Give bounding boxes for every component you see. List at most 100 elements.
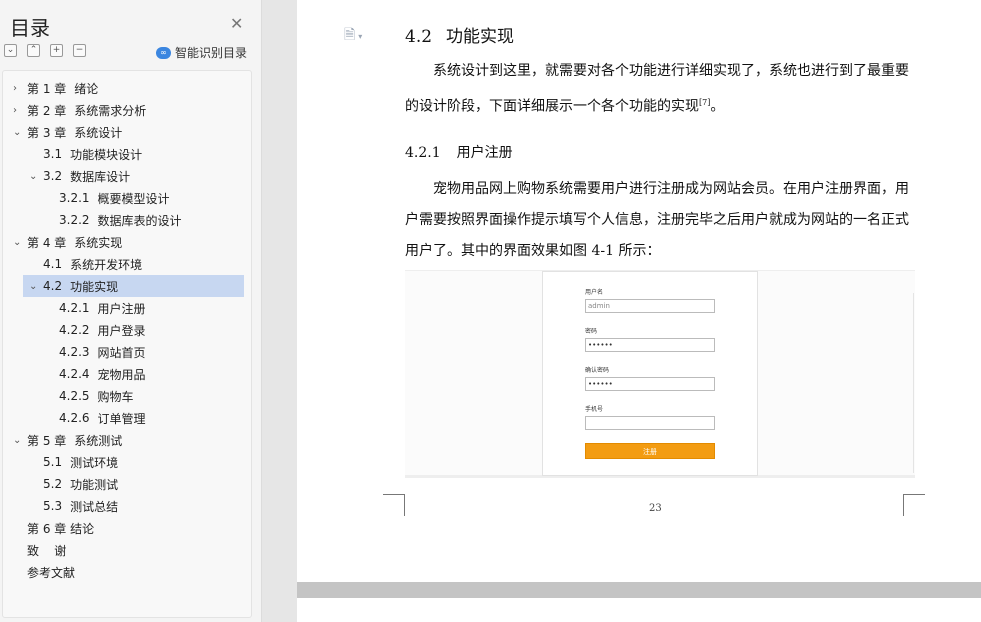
document-page[interactable]: 🗎 4.2 功能实现 系统设计到这里，就需要对各个功能进行详细实现了，系统也进行到… [297,0,981,582]
toc-item-5-2[interactable]: 5.2 功能测试 [43,473,118,495]
toc-item-label: 系统开发环境 [70,257,143,272]
toc-item-4-2-1[interactable]: 4.2.1 用户注册 [59,297,146,319]
confirm-password-input: •••••• [585,377,715,391]
section-title: 功能实现 [446,27,515,47]
remove-icon[interactable]: − [73,44,86,57]
toc-item-3-2-2[interactable]: 3.2.2 数据库表的设计 [59,209,182,231]
collapse-all-icon[interactable]: ⌄ [4,44,17,57]
toc-item-num: 5.3 [43,499,63,513]
toc-item-4-2-5[interactable]: 4.2.5 购物车 [59,385,134,407]
register-form-screenshot: 用户名 admin 密码 •••••• 确认密码 •••••• 手机号 注册 [542,271,758,476]
toc-item-label: 概要模型设计 [97,191,170,206]
password-input: •••••• [585,338,715,352]
page-break-gap [297,582,981,598]
toc-item-ch6[interactable]: 第 6 章 结论 [27,517,94,539]
toc-item-label: 致 谢 [27,543,67,558]
paragraph-register: 宠物用品网上购物系统需要用户进行注册成为网站会员。在用户注册界面，用户需要按照界… [405,174,913,267]
toc-item-label: 功能模块设计 [70,147,143,162]
figure-register-form: 用户名 admin 密码 •••••• 确认密码 •••••• 手机号 注册 [405,270,915,478]
toc-item-num: 4.2.5 [59,389,90,403]
toc-item-4-1[interactable]: 4.1 系统开发环境 [43,253,142,275]
toc-item-num: 4.2.3 [59,345,90,359]
toc-item-num: 3.2.2 [59,213,90,227]
toc-item-label: 数据库表的设计 [97,213,182,228]
toc-list: › 第 1 章绪论 › 第 2 章系统需求分析 ⌄ 第 3 章系统设计 3.1 功能模块… [2,70,252,618]
toc-item-4-2-2[interactable]: 4.2.2 用户登录 [59,319,146,341]
password-label: 密码 [585,328,598,335]
toc-item-label: 绪论 [74,81,99,96]
paragraph-text: 宠物用品网上购物系统需要用户进行注册成为网站会员。在用户注册界面，用户需要按照界… [405,181,909,259]
toc-item-4-2-6[interactable]: 4.2.6 订单管理 [59,407,146,429]
toc-item-references[interactable]: 参考文献 [27,561,75,583]
toc-item-num: 4.1 [43,257,63,271]
toc-item-3-2-1[interactable]: 3.2.1 概要模型设计 [59,187,170,209]
toc-item-3-1[interactable]: 3.1 功能模块设计 [43,143,142,165]
citation-ref[interactable]: [7] [699,98,710,107]
toc-toolbar: ⌄ ⌃ + − [4,44,86,57]
username-input: admin [585,299,715,313]
toc-item-4-2-4[interactable]: 4.2.4 宠物用品 [59,363,146,385]
next-page[interactable] [297,598,981,622]
toc-item-4-2[interactable]: ⌄ 4.2 功能实现 [23,275,244,297]
document-icon[interactable]: 🗎 [344,24,362,48]
section-heading: 4.2 功能实现 [405,22,514,47]
toc-item-label: 购物车 [97,389,134,404]
chevron-right-icon: › [13,104,17,116]
toc-item-label: 系统实现 [74,235,123,250]
toc-item-num: 第 3 章 [27,125,67,140]
toc-item-label: 宠物用品 [97,367,146,382]
toc-item-label: 系统需求分析 [74,103,147,118]
add-icon[interactable]: + [50,44,63,57]
toc-item-num: 第 4 章 [27,235,67,250]
chevron-down-icon: ⌄ [29,170,38,182]
toc-item-ch4[interactable]: ⌄ 第 4 章系统实现 [13,231,122,253]
toc-item-3-2[interactable]: ⌄ 3.2 数据库设计 [29,165,130,187]
toc-item-4-2-3[interactable]: 4.2.3 网站首页 [59,341,146,363]
subsection-heading: 4.2.1 用户注册 [405,142,513,162]
toc-item-num: 4.2 [43,279,63,293]
toc-item-thanks[interactable]: 致 谢 [27,539,66,561]
toc-item-label: 订单管理 [97,411,146,426]
close-icon[interactable]: ✕ [230,14,243,33]
toc-item-5-3[interactable]: 5.3 测试总结 [43,495,118,517]
toc-item-label: 网站首页 [97,345,146,360]
toc-title: 目录 [10,16,50,40]
register-submit-button: 注册 [585,443,715,459]
toc-item-ch2[interactable]: › 第 2 章系统需求分析 [13,99,146,121]
toc-item-num: 3.1 [43,147,63,161]
toc-item-ch1[interactable]: › 第 1 章绪论 [13,77,98,99]
toc-item-label: 功能测试 [70,477,119,492]
toc-item-label: 数据库设计 [70,169,131,184]
smart-toc-button[interactable]: ∞ 智能识别目录 [156,44,247,61]
toc-item-num: 4.2.2 [59,323,90,337]
toc-item-label: 用户登录 [97,323,146,338]
page-number: 23 [649,503,662,514]
phone-label: 手机号 [585,406,604,413]
toc-item-num: 4.2.6 [59,411,90,425]
workspace-gap [263,0,297,622]
toc-item-label: 第 6 章 结论 [27,521,95,536]
toc-item-num: 第 1 章 [27,81,67,96]
toc-item-label: 测试环境 [70,455,119,470]
chevron-down-icon: ⌄ [13,126,22,138]
page-corner-mark-left [383,494,405,516]
toc-item-num: 4.2.1 [59,301,90,315]
toc-item-label: 系统设计 [74,125,123,140]
toc-item-ch5[interactable]: ⌄ 第 5 章系统测试 [13,429,122,451]
confirm-password-label: 确认密码 [585,367,610,374]
paragraph-text: 系统设计到这里，就需要对各个功能进行详细实现了，系统也进行到了最重要的设计阶段，… [405,63,909,115]
paragraph-end: 。 [710,98,725,115]
chevron-right-icon: › [13,82,17,94]
toc-sidebar: 目录 ✕ ⌄ ⌃ + − ∞ 智能识别目录 › 第 1 章绪论 › 第 2 章系统需… [0,0,262,622]
expand-level-icon[interactable]: ⌃ [27,44,40,57]
toc-item-num: 3.2 [43,169,63,183]
toc-item-label: 系统测试 [74,433,123,448]
toc-item-5-1[interactable]: 5.1 测试环境 [43,451,118,473]
smart-toc-icon: ∞ [156,46,171,59]
toc-item-num: 第 2 章 [27,103,67,118]
toc-item-num: 第 5 章 [27,433,67,448]
figure-divider [913,293,914,473]
toc-item-ch3[interactable]: ⌄ 第 3 章系统设计 [13,121,122,143]
toc-item-num: 5.1 [43,455,63,469]
username-label: 用户名 [585,289,604,296]
